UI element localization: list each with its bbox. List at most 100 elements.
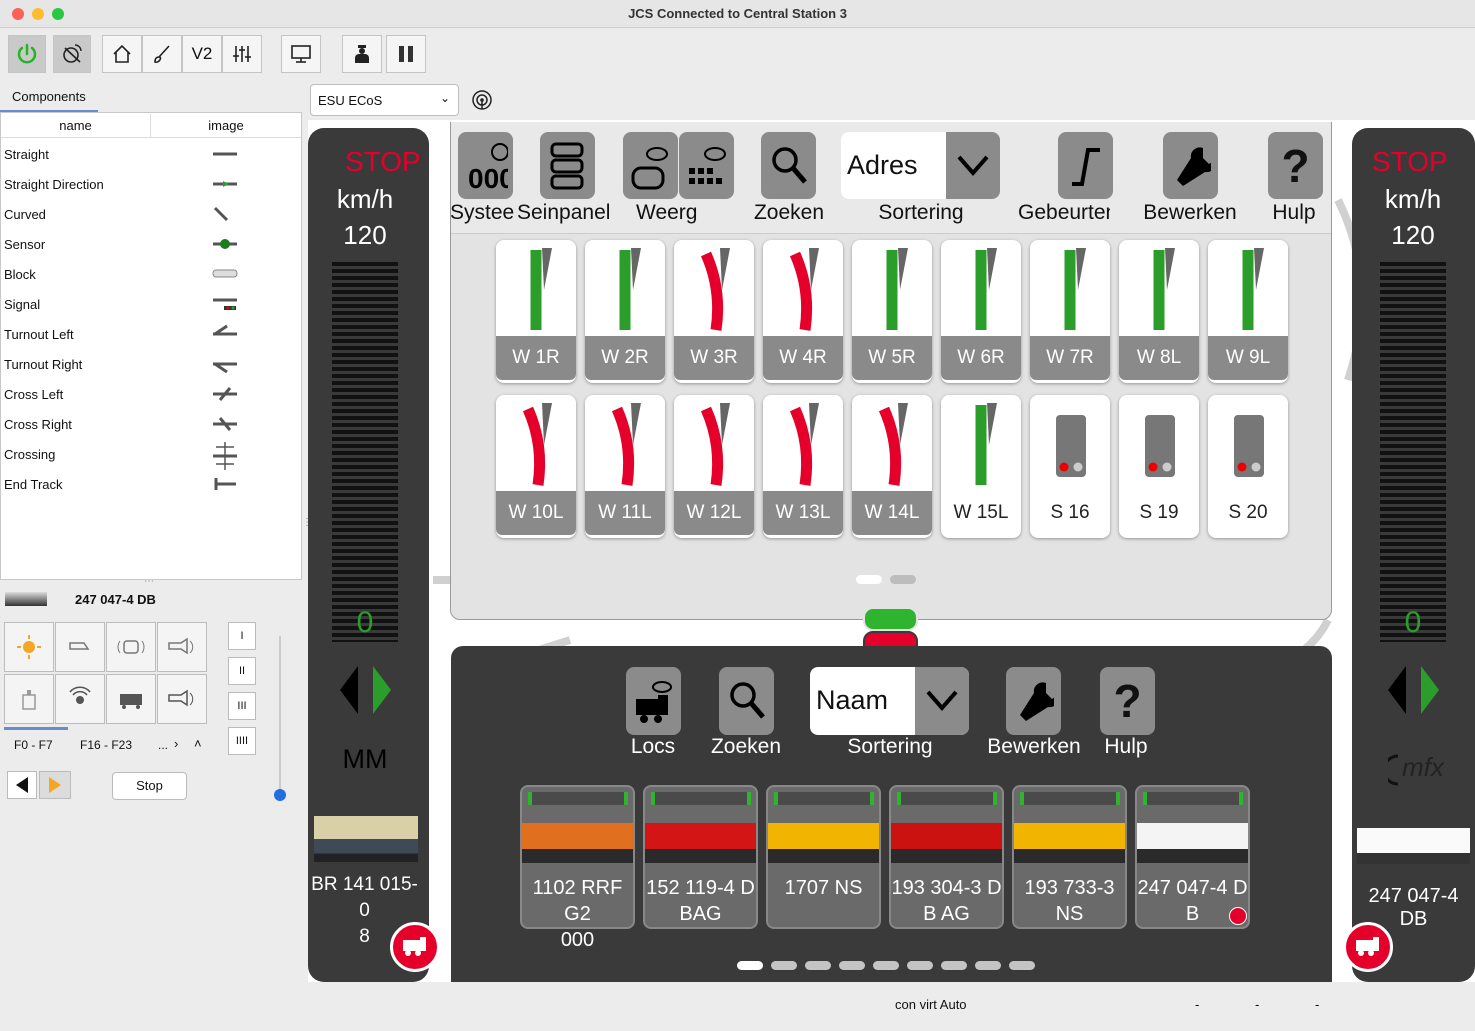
function-f6-button[interactable] xyxy=(106,674,156,724)
right-speed-gauge[interactable] xyxy=(1380,262,1446,642)
function-f4-button[interactable] xyxy=(4,674,54,724)
accessory-tile[interactable]: W 3R xyxy=(674,240,754,383)
loco-help-button[interactable]: ? xyxy=(1100,667,1155,735)
signal-panel-button[interactable] xyxy=(540,132,595,199)
component-row[interactable]: Sensor xyxy=(4,237,45,267)
page-dot[interactable] xyxy=(873,961,899,970)
page-dot[interactable] xyxy=(856,575,882,584)
component-row[interactable]: Crossing xyxy=(4,447,55,477)
tab-f16-f23[interactable]: F16 - F23 xyxy=(80,738,132,752)
function-f7-button[interactable] xyxy=(157,674,207,724)
accessory-tile[interactable]: W 8L xyxy=(1119,240,1199,383)
pause-button[interactable] xyxy=(386,35,426,73)
loco-card[interactable]: 247 047-4 D B xyxy=(1135,785,1250,929)
component-row[interactable]: Signal xyxy=(4,297,40,327)
loco-card[interactable]: 193 304-3 D B AG xyxy=(889,785,1004,929)
speed-slider-track[interactable] xyxy=(279,636,281,794)
search-button[interactable] xyxy=(761,132,816,199)
direction-reverse-button[interactable] xyxy=(7,771,37,799)
tab-components[interactable]: Components xyxy=(0,86,98,112)
right-loco-select-button[interactable] xyxy=(1343,922,1393,972)
view-grid-button[interactable] xyxy=(679,132,734,199)
monitor-button[interactable] xyxy=(281,35,321,73)
function-f3-button[interactable] xyxy=(157,622,207,672)
loco-card[interactable]: 1102 RRF G2 000 xyxy=(520,785,635,951)
left-loco-select-button[interactable] xyxy=(390,922,440,972)
accessory-tile[interactable]: W 5R xyxy=(852,240,932,383)
component-row[interactable]: Cross Left xyxy=(4,387,63,417)
accessory-tile[interactable]: S 16 xyxy=(1030,395,1110,538)
component-row[interactable]: Straight xyxy=(4,147,49,177)
power-button[interactable] xyxy=(8,35,46,73)
chevron-right-icon[interactable]: › xyxy=(174,736,178,751)
function-f2-button[interactable] xyxy=(106,622,156,672)
left-direction-arrows[interactable] xyxy=(336,664,396,716)
page-dot[interactable] xyxy=(737,961,763,970)
accessory-tile[interactable]: W 4R xyxy=(763,240,843,383)
page-dot[interactable] xyxy=(839,961,865,970)
page-dot[interactable] xyxy=(890,575,916,584)
connect-button[interactable] xyxy=(53,35,91,73)
component-row[interactable]: Turnout Right xyxy=(4,357,82,387)
controller-select[interactable]: ESU ECoS ⌄ xyxy=(310,84,459,116)
direction-forward-button[interactable] xyxy=(39,771,71,799)
accessory-tile[interactable]: W 6R xyxy=(941,240,1021,383)
view-button[interactable] xyxy=(623,132,678,199)
accessory-tile[interactable]: W 15L xyxy=(941,395,1021,538)
page-dot[interactable] xyxy=(771,961,797,970)
accessory-tile[interactable]: W 9L xyxy=(1208,240,1288,383)
splitter-handle[interactable]: ⋯ xyxy=(144,576,160,587)
speed-step-button[interactable]: IIII xyxy=(228,727,256,755)
accessory-tile[interactable]: S 19 xyxy=(1119,395,1199,538)
accessory-tile[interactable]: W 14L xyxy=(852,395,932,538)
tab-f0-f7[interactable]: F0 - F7 xyxy=(14,738,53,752)
event-button[interactable] xyxy=(1058,132,1113,199)
chevron-up-icon[interactable]: ˄ xyxy=(194,736,202,751)
component-row[interactable]: Block xyxy=(4,267,36,297)
home-button[interactable] xyxy=(102,35,142,73)
splitter-handle[interactable]: ⋮ xyxy=(302,518,312,544)
loco-edit-button[interactable] xyxy=(1006,667,1061,735)
page-dot[interactable] xyxy=(907,961,933,970)
function-f5-button[interactable] xyxy=(55,674,105,724)
driver-button[interactable] xyxy=(342,35,382,73)
component-row[interactable]: Cross Right xyxy=(4,417,72,447)
help-button[interactable]: ? xyxy=(1268,132,1323,199)
locs-button[interactable] xyxy=(626,667,681,735)
page-dot[interactable] xyxy=(941,961,967,970)
edit-button[interactable] xyxy=(1163,132,1218,199)
component-row[interactable]: End Track xyxy=(4,477,63,507)
edit-layout-button[interactable] xyxy=(142,35,182,73)
sort-select[interactable]: Adres xyxy=(841,132,1000,199)
accessory-tile[interactable]: W 2R xyxy=(585,240,665,383)
loco-sort-select[interactable]: Naam xyxy=(810,667,969,735)
column-header-image[interactable]: image xyxy=(151,114,301,138)
component-row[interactable]: Curved xyxy=(4,207,46,237)
accessory-tile[interactable]: W 11L xyxy=(585,395,665,538)
accessory-tile[interactable]: W 1R xyxy=(496,240,576,383)
function-light-button[interactable] xyxy=(4,622,54,672)
accessory-tile[interactable]: S 20 xyxy=(1208,395,1288,538)
page-dot[interactable] xyxy=(1009,961,1035,970)
accessory-tile[interactable]: W 12L xyxy=(674,395,754,538)
settings-button[interactable] xyxy=(222,35,262,73)
green-button[interactable] xyxy=(863,607,918,631)
component-row[interactable]: Straight Direction xyxy=(4,177,104,207)
accessory-tile[interactable]: W 13L xyxy=(763,395,843,538)
broadcast-icon[interactable] xyxy=(471,89,493,111)
left-stop-label[interactable]: STOP xyxy=(345,146,421,178)
page-dot[interactable] xyxy=(975,961,1001,970)
function-f1-button[interactable] xyxy=(55,622,105,672)
speed-slider-knob[interactable] xyxy=(274,789,286,801)
right-direction-arrows[interactable] xyxy=(1384,664,1444,716)
accessory-tile[interactable]: W 10L xyxy=(496,395,576,538)
page-dot[interactable] xyxy=(805,961,831,970)
speed-step-button[interactable]: II xyxy=(228,657,256,685)
loco-card[interactable]: 193 733-3 NS xyxy=(1012,785,1127,929)
right-stop-label[interactable]: STOP xyxy=(1372,146,1448,178)
v2-button[interactable]: V2 xyxy=(182,35,222,73)
stop-button[interactable]: Stop xyxy=(112,772,187,800)
speed-step-button[interactable]: III xyxy=(228,692,256,720)
tab-more[interactable]: ... xyxy=(158,738,168,752)
component-row[interactable]: Turnout Left xyxy=(4,327,74,357)
